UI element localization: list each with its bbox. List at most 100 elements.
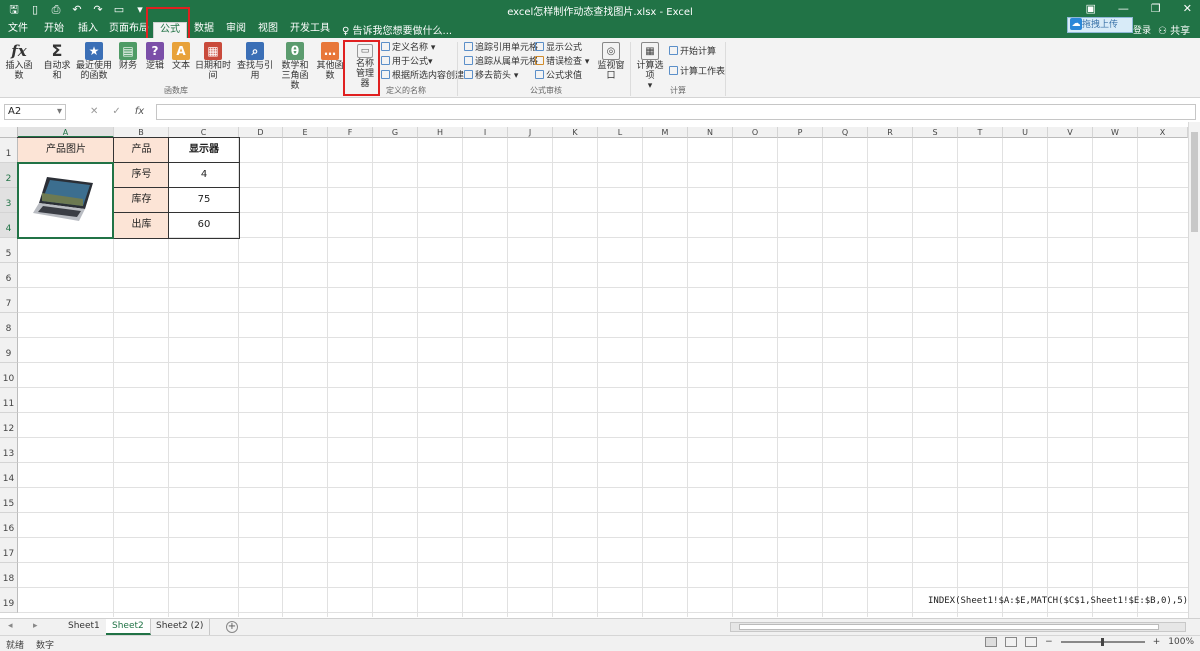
row-header-19[interactable]: 19: [0, 588, 18, 613]
normal-view-icon[interactable]: [985, 637, 998, 647]
row-header-1[interactable]: 1: [0, 138, 18, 163]
scroll-thumb[interactable]: [1191, 132, 1198, 232]
zoom-level[interactable]: 100%: [1168, 637, 1194, 647]
row-header-2[interactable]: 2: [0, 163, 18, 188]
error-checking-button[interactable]: 错误检查 ▾: [535, 56, 589, 68]
zoom-in-icon[interactable]: +: [1153, 637, 1161, 647]
column-header-e[interactable]: E: [283, 127, 328, 138]
column-header-r[interactable]: R: [868, 127, 913, 138]
row-header-4[interactable]: 4: [0, 213, 18, 238]
minimize-icon[interactable]: —: [1118, 2, 1129, 15]
trace-precedents-button[interactable]: 追踪引用单元格: [464, 42, 538, 54]
column-header-n[interactable]: N: [688, 127, 733, 138]
column-header-o[interactable]: O: [733, 127, 778, 138]
sheet-prev-icon[interactable]: ◂: [8, 621, 13, 631]
row-header-17[interactable]: 17: [0, 538, 18, 563]
name-box[interactable]: A2 ▾: [4, 104, 66, 120]
evaluate-formula-button[interactable]: 公式求值: [535, 70, 582, 82]
column-header-h[interactable]: H: [418, 127, 463, 138]
date-time-button[interactable]: ▦ 日期和时间: [193, 42, 233, 81]
share-button[interactable]: ⚇ 共享: [1158, 22, 1190, 37]
column-header-m[interactable]: M: [643, 127, 688, 138]
sheet-tab-sheet2[interactable]: Sheet2: [106, 619, 151, 635]
row-header-7[interactable]: 7: [0, 288, 18, 313]
column-header-k[interactable]: K: [553, 127, 598, 138]
add-sheet-icon[interactable]: +: [226, 621, 238, 633]
tab-review[interactable]: 审阅: [222, 22, 250, 38]
row-header-15[interactable]: 15: [0, 488, 18, 513]
tab-data[interactable]: 数据: [190, 22, 218, 38]
tab-home[interactable]: 开始: [40, 22, 68, 38]
tab-file[interactable]: 文件: [4, 22, 32, 38]
tab-insert[interactable]: 插入: [74, 22, 102, 38]
restore-icon[interactable]: ❐: [1151, 2, 1161, 15]
page-break-view-icon[interactable]: [1025, 637, 1038, 647]
zoom-slider[interactable]: [1060, 638, 1145, 646]
column-header-j[interactable]: J: [508, 127, 553, 138]
select-all-corner[interactable]: [0, 127, 18, 138]
column-header-w[interactable]: W: [1093, 127, 1138, 138]
vertical-scrollbar[interactable]: [1188, 122, 1200, 618]
row-header-9[interactable]: 9: [0, 338, 18, 363]
column-header-l[interactable]: L: [598, 127, 643, 138]
row-header-18[interactable]: 18: [0, 563, 18, 588]
login-link[interactable]: 登录: [1133, 23, 1151, 36]
row-header-11[interactable]: 11: [0, 388, 18, 413]
tell-me-box[interactable]: ♀ 告诉我您想要做什么...: [342, 22, 452, 37]
lookup-reference-button[interactable]: ⌕ 查找与引用: [235, 42, 275, 81]
horizontal-scrollbar[interactable]: [730, 622, 1186, 632]
tab-page-layout[interactable]: 页面布局: [108, 22, 150, 38]
row-header-5[interactable]: 5: [0, 238, 18, 263]
remove-arrows-button[interactable]: 移去箭头 ▾: [464, 70, 518, 82]
calculation-options-button[interactable]: ▦ 计算选项 ▾: [634, 42, 666, 91]
sheet-tab-sheet2-copy[interactable]: Sheet2 (2): [150, 619, 211, 635]
column-header-i[interactable]: I: [463, 127, 508, 138]
insert-function-button[interactable]: fx 插入函数: [2, 42, 36, 81]
row-header-16[interactable]: 16: [0, 513, 18, 538]
sheet-tab-sheet1[interactable]: Sheet1: [62, 619, 107, 635]
row-header-6[interactable]: 6: [0, 263, 18, 288]
column-header-v[interactable]: V: [1048, 127, 1093, 138]
watch-window-button[interactable]: ◎ 监视窗口: [594, 42, 628, 81]
calculate-sheet-button[interactable]: 计算工作表: [669, 66, 725, 78]
formula-input[interactable]: [156, 104, 1196, 120]
use-in-formula-button[interactable]: 用于公式▾: [381, 56, 433, 68]
autosum-button[interactable]: Σ 自动求和: [40, 42, 74, 82]
math-trig-button[interactable]: θ 数学和三角函数: [278, 42, 312, 91]
column-header-u[interactable]: U: [1003, 127, 1048, 138]
column-header-x[interactable]: X: [1138, 127, 1188, 138]
define-name-button[interactable]: 定义名称 ▾: [381, 42, 435, 54]
row-header-10[interactable]: 10: [0, 363, 18, 388]
name-box-dropdown-icon[interactable]: ▾: [57, 105, 62, 119]
row-header-8[interactable]: 8: [0, 313, 18, 338]
row-header-13[interactable]: 13: [0, 438, 18, 463]
trace-dependents-button[interactable]: 追踪从属单元格: [464, 56, 538, 68]
column-header-g[interactable]: G: [373, 127, 418, 138]
column-header-s[interactable]: S: [913, 127, 958, 138]
cell-a1[interactable]: 产品图片: [18, 138, 114, 163]
scroll-thumb[interactable]: [739, 624, 1159, 630]
zoom-thumb[interactable]: [1100, 638, 1104, 646]
column-header-p[interactable]: P: [778, 127, 823, 138]
ribbon-display-icon[interactable]: ▣: [1086, 2, 1096, 15]
cancel-icon[interactable]: ✕: [90, 106, 98, 117]
row-header-12[interactable]: 12: [0, 413, 18, 438]
tab-developer[interactable]: 开发工具: [288, 22, 332, 38]
create-from-selection-button[interactable]: 根据所选内容创建: [381, 70, 464, 82]
column-header-d[interactable]: D: [239, 127, 283, 138]
tab-view[interactable]: 视图: [254, 22, 282, 38]
column-header-q[interactable]: Q: [823, 127, 868, 138]
zoom-out-icon[interactable]: −: [1045, 637, 1053, 647]
text-button[interactable]: A 文本: [169, 42, 193, 71]
column-header-f[interactable]: F: [328, 127, 373, 138]
enter-icon[interactable]: ✓: [112, 106, 120, 117]
logical-button[interactable]: ? 逻辑: [143, 42, 167, 71]
more-functions-button[interactable]: … 其他函数: [313, 42, 347, 81]
show-formulas-button[interactable]: 显示公式: [535, 42, 582, 54]
sheet-next-icon[interactable]: ▸: [33, 621, 38, 631]
calculate-now-button[interactable]: 开始计算: [669, 46, 716, 58]
row-header-3[interactable]: 3: [0, 188, 18, 213]
recent-functions-button[interactable]: ★ 最近使用的函数: [74, 42, 114, 81]
worksheet-grid[interactable]: A B C D E F G H I J K L M N O P Q R S T …: [0, 127, 1188, 617]
page-layout-view-icon[interactable]: [1005, 637, 1018, 647]
